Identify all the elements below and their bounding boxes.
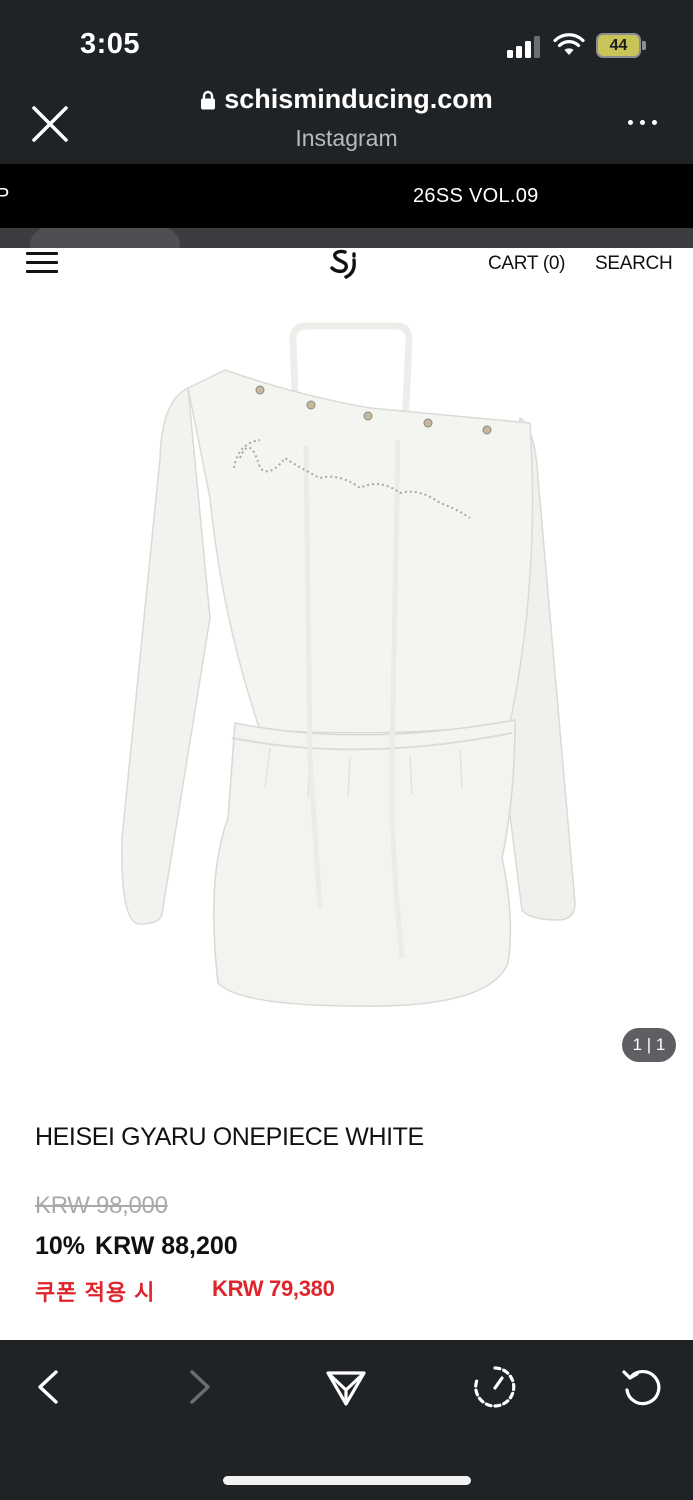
coupon-label: 쿠폰 적용 시 <box>35 1280 156 1305</box>
sale-price: KRW 88,200 <box>95 1232 238 1260</box>
announcement-bar: P 26SS VOL.09 <box>0 164 693 228</box>
battery-icon: 44 <box>596 33 646 58</box>
wifi-icon <box>553 33 585 55</box>
product-name: HEISEI GYARU ONEPIECE WHITE <box>35 1123 424 1151</box>
banner-peek <box>0 228 693 248</box>
reload-icon[interactable] <box>620 1364 666 1410</box>
url-display[interactable]: schisminducing.com <box>0 84 693 115</box>
speed-icon[interactable] <box>472 1364 518 1410</box>
coupon-price: KRW 79,380 <box>212 1276 335 1301</box>
more-icon[interactable] <box>626 118 660 128</box>
forward-icon[interactable] <box>176 1364 222 1410</box>
logo-icon[interactable] <box>328 248 364 280</box>
home-indicator[interactable] <box>223 1476 471 1485</box>
search-link[interactable]: SEARCH <box>595 253 673 275</box>
cart-link[interactable]: CART (0) <box>488 253 565 275</box>
status-time: 3:05 <box>80 28 141 60</box>
cellular-signal-icon <box>507 36 541 58</box>
discount-rate: 10% <box>35 1232 86 1260</box>
announcement-edge-text: P <box>0 185 10 207</box>
original-price: KRW 98,000 <box>35 1192 168 1219</box>
browser-top-chrome: 3:05 44 schisminducing.com Instagram <box>0 0 693 164</box>
url-text: schisminducing.com <box>224 84 493 114</box>
image-pager[interactable]: 1 | 1 <box>622 1028 676 1062</box>
product-image[interactable] <box>110 318 585 1018</box>
source-label: Instagram <box>295 125 398 151</box>
battery-level: 44 <box>609 37 628 54</box>
announcement-text: 26SS VOL.09 <box>413 185 539 207</box>
sale-price-line: 10% KRW 88,200 <box>35 1232 238 1261</box>
site-header: CART (0) SEARCH <box>0 248 693 288</box>
menu-icon[interactable] <box>26 250 60 276</box>
lock-icon <box>201 90 216 110</box>
back-icon[interactable] <box>26 1364 72 1410</box>
share-icon[interactable] <box>323 1364 369 1410</box>
